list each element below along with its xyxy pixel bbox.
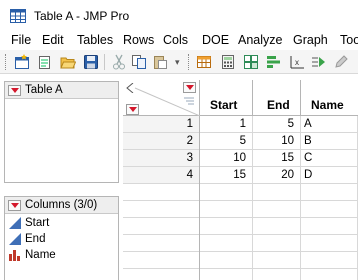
empty-row[interactable] xyxy=(123,184,358,201)
table-cell[interactable]: D xyxy=(301,167,358,184)
data-grid: Start End Name 1 1 5 A 2 5 10 B 3 10 15 … xyxy=(123,80,358,280)
grid-corner xyxy=(123,80,200,116)
collapse-arrow-icon[interactable] xyxy=(126,83,134,93)
menu-tables[interactable]: Tables xyxy=(77,33,113,47)
menu-analyze[interactable]: Analyze xyxy=(238,33,282,47)
new-data-table-icon[interactable] xyxy=(14,54,30,70)
columns-panel-header: Columns (3/0) xyxy=(5,197,118,214)
menu-edit[interactable]: Edit xyxy=(42,33,64,47)
distribution-icon[interactable] xyxy=(266,54,282,70)
grid-divider xyxy=(199,116,200,280)
empty-row[interactable] xyxy=(123,218,358,235)
table-cell[interactable]: 15 xyxy=(200,167,253,184)
window-title: Table A - JMP Pro xyxy=(34,8,130,23)
table-cell[interactable]: 10 xyxy=(253,133,301,150)
menu-doe[interactable]: DOE xyxy=(202,33,229,47)
toolbar-grip[interactable] xyxy=(5,54,7,70)
columns-red-triangle-icon[interactable] xyxy=(8,199,21,211)
new-script-icon[interactable] xyxy=(37,54,53,70)
empty-row[interactable] xyxy=(123,269,358,280)
row-number[interactable]: 2 xyxy=(123,133,200,150)
column-item-name[interactable]: Name xyxy=(9,248,56,262)
table-panel-title: Table A xyxy=(25,84,63,96)
column-item-label: End xyxy=(25,233,46,245)
column-header-name[interactable]: Name xyxy=(301,80,358,116)
menu-graph[interactable]: Graph xyxy=(293,33,328,47)
column-header-label: Name xyxy=(311,98,344,112)
table-cell[interactable]: 15 xyxy=(253,150,301,167)
columns-panel: Columns (3/0) Start End Name xyxy=(4,196,119,280)
table-cell[interactable]: 5 xyxy=(200,133,253,150)
paste-icon[interactable] xyxy=(152,54,168,70)
row-number[interactable]: 4 xyxy=(123,167,200,184)
table-cell[interactable]: 10 xyxy=(200,150,253,167)
cut-icon[interactable] xyxy=(111,54,127,70)
column-item-end[interactable]: End xyxy=(9,232,45,246)
grid-layout-icon[interactable] xyxy=(243,54,259,70)
table-cell[interactable]: 1 xyxy=(200,116,253,133)
filter-lines-icon xyxy=(184,97,194,105)
fit-y-by-x-icon[interactable]: x xyxy=(289,54,305,70)
toolbar-grip[interactable] xyxy=(188,54,190,70)
table-red-triangle-icon[interactable] xyxy=(8,84,21,96)
empty-row[interactable] xyxy=(123,252,358,269)
nominal-icon xyxy=(9,250,20,261)
svg-text:x: x xyxy=(295,58,299,67)
grid-divider xyxy=(300,116,301,280)
column-header-label: Start xyxy=(210,98,238,112)
copy-icon[interactable] xyxy=(131,54,147,70)
menu-cols[interactable]: Cols xyxy=(163,33,188,47)
column-header-end[interactable]: End xyxy=(253,80,301,116)
jmp-table-icon xyxy=(10,8,26,23)
column-item-label: Start xyxy=(25,217,50,229)
toolbar-overflow-icon[interactable]: ▾ xyxy=(175,57,180,68)
column-item-start[interactable]: Start xyxy=(9,216,49,230)
data-table-icon[interactable] xyxy=(196,54,212,70)
row-number[interactable]: 3 xyxy=(123,150,200,167)
save-icon[interactable] xyxy=(83,54,99,70)
table-cell[interactable]: 5 xyxy=(253,116,301,133)
menu-bar: File Edit Tables Rows Cols DOE Analyze G… xyxy=(0,31,358,50)
grid-divider xyxy=(252,116,253,280)
pencil-icon[interactable] xyxy=(333,54,349,70)
column-header-start[interactable]: Start xyxy=(200,80,253,116)
continuous-icon xyxy=(9,217,21,229)
column-item-label: Name xyxy=(25,249,56,261)
table-cell[interactable]: 20 xyxy=(253,167,301,184)
table-panel-header: Table A xyxy=(5,82,118,99)
menu-file[interactable]: File xyxy=(11,33,31,47)
columns-panel-title: Columns (3/0) xyxy=(25,199,98,211)
table-cell[interactable]: C xyxy=(301,150,358,167)
empty-row[interactable] xyxy=(123,235,358,252)
fit-model-icon[interactable] xyxy=(311,54,327,70)
title-bar: Table A - JMP Pro xyxy=(0,0,358,31)
table-panel: Table A xyxy=(4,81,119,183)
columns-menu-red-triangle-icon[interactable] xyxy=(183,82,196,93)
menu-tools[interactable]: Too xyxy=(340,33,358,47)
open-folder-icon[interactable] xyxy=(60,54,76,70)
calculator-icon[interactable] xyxy=(220,54,236,70)
continuous-icon xyxy=(9,233,21,245)
menu-rows[interactable]: Rows xyxy=(123,33,154,47)
column-header-label: End xyxy=(267,98,290,112)
toolbar: ▾ x xyxy=(0,50,358,74)
empty-row[interactable] xyxy=(123,201,358,218)
table-cell[interactable]: A xyxy=(301,116,358,133)
rows-menu-red-triangle-icon[interactable] xyxy=(126,104,139,115)
toolbar-separator xyxy=(104,54,105,70)
row-number[interactable]: 1 xyxy=(123,116,200,133)
table-cell[interactable]: B xyxy=(301,133,358,150)
